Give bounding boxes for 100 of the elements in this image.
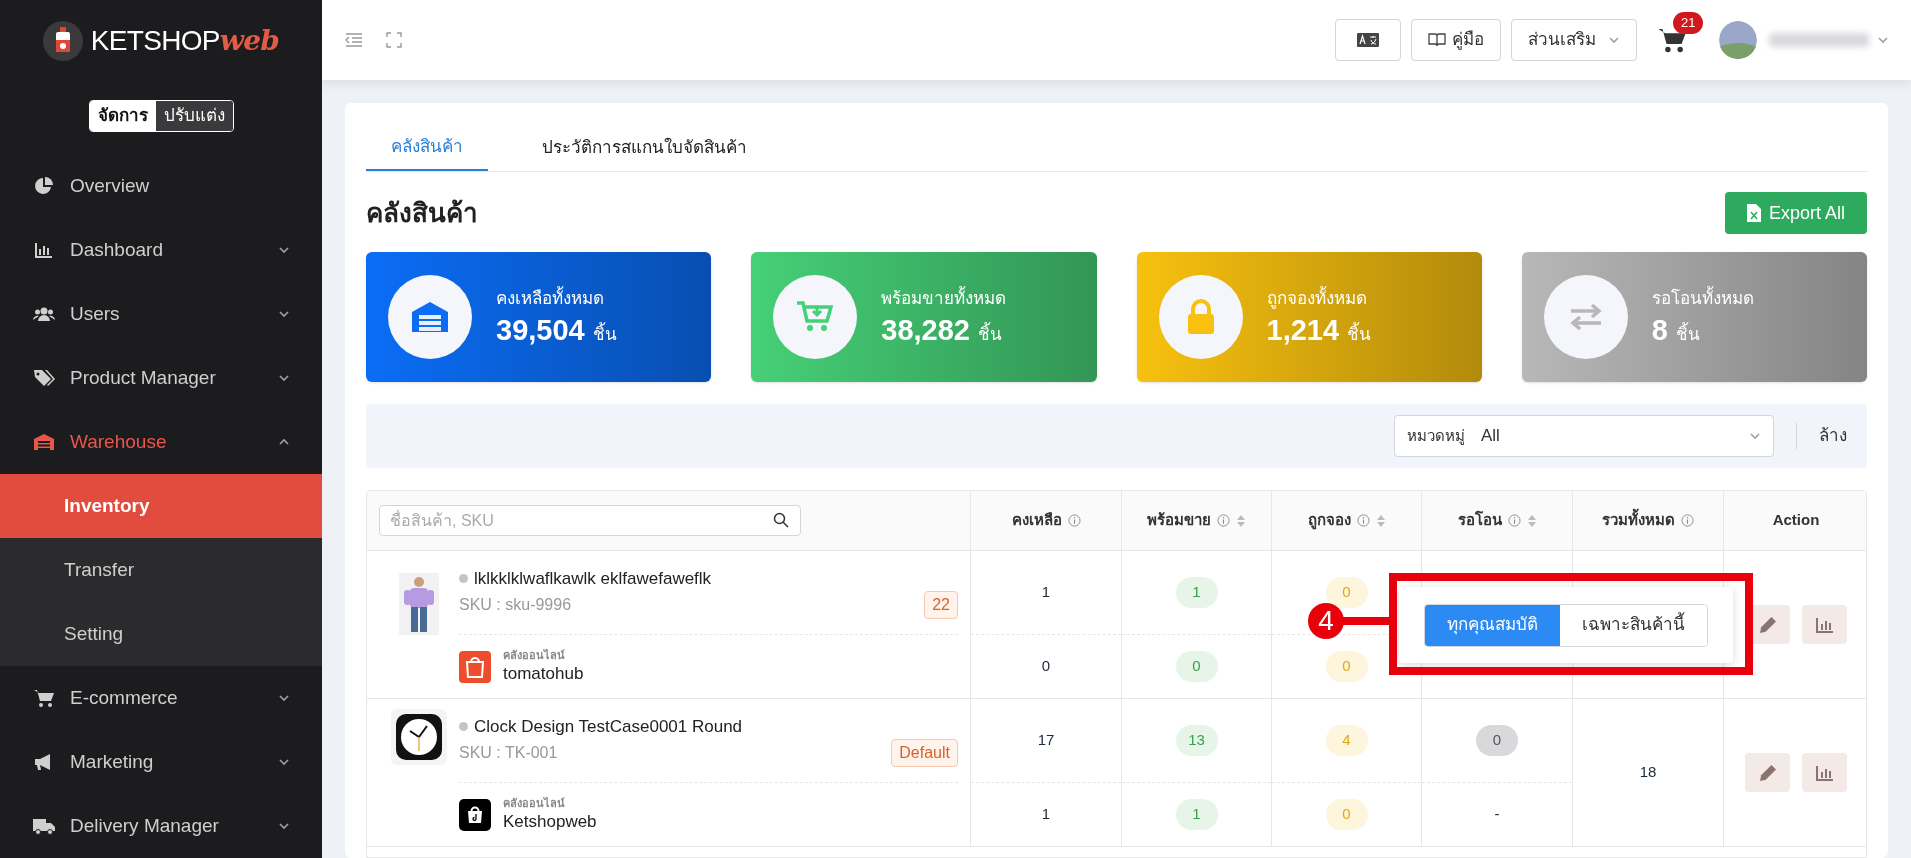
select-label: หมวดหมู่ <box>1407 425 1465 447</box>
submenu-item[interactable]: Inventory <box>0 474 322 538</box>
sidebar-item[interactable]: Warehouse <box>0 410 322 474</box>
truck-icon <box>32 816 56 836</box>
translate-icon <box>1357 33 1379 47</box>
sidebar-item[interactable]: Product Manager <box>0 346 322 410</box>
count-badge: 13 <box>1175 725 1218 756</box>
info-icon <box>1356 514 1370 527</box>
chevron-icon <box>278 756 290 768</box>
count-badge: 0 <box>1325 799 1368 830</box>
warehouse-icon <box>33 432 55 452</box>
shopping-bag-icon <box>459 798 491 831</box>
count-badge: 0 <box>1325 651 1368 682</box>
channel-label: คลังออนไลน์ <box>503 649 566 663</box>
column-title: คงเหลือ <box>1011 510 1062 531</box>
chevron-icon <box>1608 34 1620 46</box>
value-text: 17 <box>1037 730 1055 751</box>
logo-text: KETSHOPweb <box>90 22 280 59</box>
tag-icon <box>33 368 55 388</box>
search-field[interactable]: ชื่อสินค้า, SKU <box>379 505 801 536</box>
chevron-icon <box>278 308 290 320</box>
page-title: คลังสินค้า <box>366 196 478 230</box>
channel-label: คลังออนไลน์ <box>503 797 566 811</box>
translate-button[interactable] <box>1335 19 1401 61</box>
value-text: 18 <box>1639 762 1657 783</box>
column-title: รอโอน <box>1457 510 1502 531</box>
manual-button[interactable]: คู่มือ <box>1411 19 1501 61</box>
product-name: lklkklklwaflkawlk eklfawefaweflk <box>474 567 712 590</box>
edit-button[interactable] <box>1745 753 1790 792</box>
collapse-menu-icon[interactable] <box>344 32 364 48</box>
info-icon <box>1681 514 1694 527</box>
pencil-icon <box>1759 616 1776 633</box>
count-badge: 4 <box>1325 725 1368 756</box>
info-icon <box>1507 514 1521 527</box>
select-value: All <box>1481 425 1501 448</box>
stat-value: 1,214 ชิ้น <box>1266 312 1372 348</box>
bar-chart-icon <box>1814 615 1835 634</box>
stats-button[interactable] <box>1802 753 1847 792</box>
sku-text: SKU : sku-9996 <box>459 595 572 616</box>
category-select[interactable]: หมวดหมู่ All <box>1394 415 1774 457</box>
stat-label: คงเหลือทั้งหมด <box>496 286 617 312</box>
sidebar-item[interactable]: E-commerce <box>0 666 322 730</box>
chevron-icon <box>278 372 290 384</box>
column-title: ถูกจอง <box>1307 510 1351 532</box>
count-badge: 0 <box>1175 651 1218 682</box>
clear-button[interactable]: ล้าง <box>1819 423 1847 449</box>
search-icon <box>773 512 789 528</box>
chevron-icon <box>278 692 290 704</box>
product-name: Clock Design TestCase0001 Round <box>474 715 743 738</box>
submenu-item[interactable]: Transfer <box>0 538 322 602</box>
tab[interactable]: ประวัติการสแกนใบจัดสินค้า <box>528 125 761 171</box>
sidebar-item[interactable]: Dashboard <box>0 218 322 282</box>
count-badge: 0 <box>1325 577 1368 608</box>
value-text: 1 <box>1041 582 1051 603</box>
chevron-icon <box>1877 34 1889 46</box>
column-title: พร้อมขาย <box>1147 510 1211 531</box>
cart-icon[interactable] <box>1657 26 1687 54</box>
tab[interactable]: คลังสินค้า <box>366 125 488 171</box>
addons-dropdown[interactable]: ส่วนเสริม <box>1511 19 1637 61</box>
value-text: - <box>1494 804 1500 825</box>
fullscreen-icon[interactable] <box>386 32 402 48</box>
avatar[interactable] <box>1719 21 1757 59</box>
sidebar-item[interactable]: Overview <box>0 154 322 218</box>
sku-text: SKU : TK-001 <box>459 743 558 764</box>
stat-value: 8 ชิ้น <box>1651 312 1701 348</box>
sidebar-item[interactable]: Delivery Manager <box>0 794 322 858</box>
shopping-bag-icon <box>459 650 491 683</box>
sidebar-item[interactable]: Marketing <box>0 730 322 794</box>
column-title: รวมทั้งหมด <box>1602 509 1675 532</box>
count-badge: 1 <box>1175 577 1218 608</box>
stat-value: 39,504 ชิ้น <box>496 312 617 348</box>
bar-chart-icon <box>34 240 54 260</box>
mode-toggle-option[interactable]: จัดการ <box>89 101 156 131</box>
channel-name: tomatohub <box>503 662 584 684</box>
sidebar-item[interactable]: Users <box>0 282 322 346</box>
stat-value: 38,282 ชิ้น <box>881 312 1003 348</box>
count-badge: 1 <box>1175 799 1218 830</box>
chevron-icon <box>1749 430 1761 442</box>
pencil-icon <box>1759 764 1776 781</box>
step-number: 4 <box>1308 603 1344 639</box>
book-icon <box>1428 33 1446 47</box>
stat-label: ถูกจองทั้งหมด <box>1266 286 1372 312</box>
info-icon <box>1217 514 1230 527</box>
mode-toggle-option[interactable]: ปรับแต่ง <box>155 101 233 131</box>
value-text: 1 <box>1041 804 1051 825</box>
garage-icon <box>410 300 450 334</box>
logo-icon <box>42 20 83 61</box>
submenu-item[interactable]: Setting <box>0 602 322 666</box>
stat-label: พร้อมขายทั้งหมด <box>881 286 1007 312</box>
product-tag: Default <box>891 739 958 768</box>
pie-chart-icon <box>34 176 54 196</box>
clock-icon <box>396 714 442 760</box>
stats-button[interactable] <box>1802 605 1847 644</box>
info-icon <box>1067 514 1081 527</box>
cart-count-badge: 21 <box>1673 12 1704 34</box>
stat-label: รอโอนทั้งหมด <box>1651 286 1754 312</box>
chevron-icon <box>278 244 290 256</box>
bar-chart-icon <box>1814 763 1835 782</box>
excel-file-icon <box>1746 204 1761 222</box>
value-text: 0 <box>1041 656 1051 677</box>
